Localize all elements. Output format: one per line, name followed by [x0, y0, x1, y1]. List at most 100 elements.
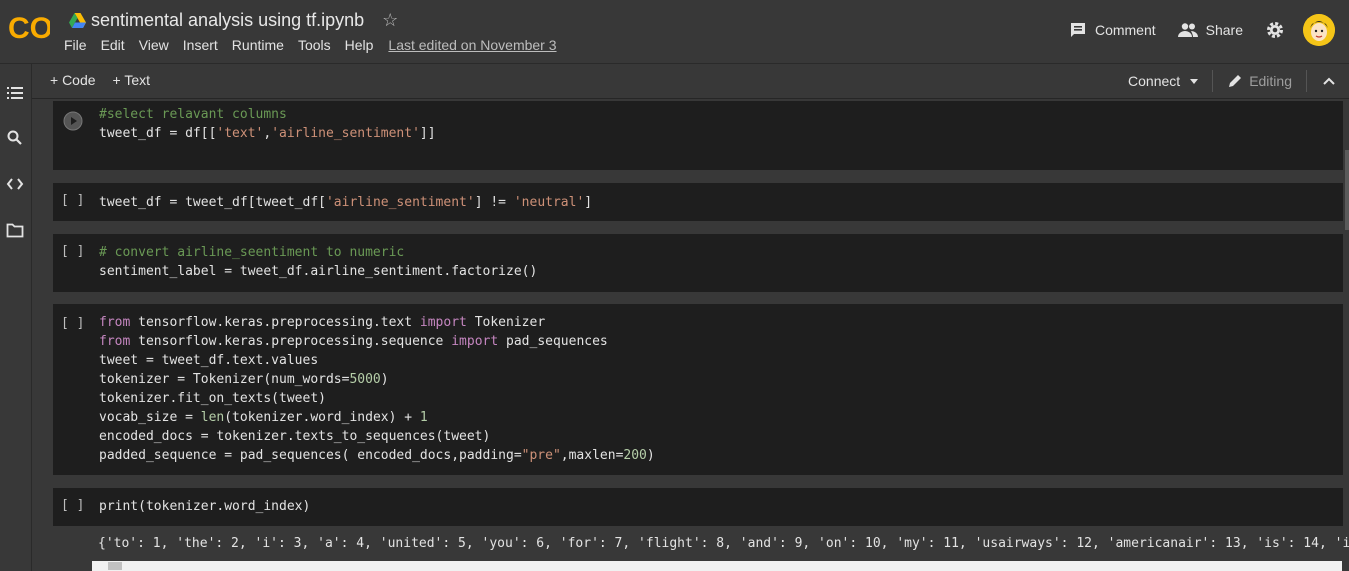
code-line: tweet_df = df[['text','airline_sentiment… — [99, 124, 436, 143]
connect-label: Connect — [1128, 73, 1181, 89]
search-icon[interactable] — [6, 129, 24, 147]
code-token: tensorflow.keras.preprocessing.sequence — [130, 334, 452, 349]
menu-insert[interactable]: Insert — [183, 37, 218, 53]
code-cell[interactable]: [ ] # convert airline_seentiment to nume… — [53, 234, 1343, 292]
code-cell[interactable]: #select relavant columns tweet_df = df[['… — [53, 101, 1343, 170]
cell-code[interactable]: # convert airline_seentiment to numeric s… — [99, 243, 537, 281]
code-line: tweet = tweet_df.text.values — [99, 351, 655, 370]
menu-tools[interactable]: Tools — [298, 37, 331, 53]
star-icon[interactable]: ☆ — [382, 10, 398, 31]
code-line: from tensorflow.keras.preprocessing.text… — [99, 313, 655, 332]
menu-view[interactable]: View — [139, 37, 169, 53]
pencil-icon — [1229, 75, 1242, 87]
code-cell[interactable]: [ ] tweet_df = tweet_df[tweet_df['airlin… — [53, 183, 1343, 221]
code-snippets-icon[interactable] — [6, 175, 24, 193]
code-token: import — [451, 334, 499, 349]
menu-edit[interactable]: Edit — [101, 37, 125, 53]
code-token: ) — [646, 448, 655, 463]
cell-code[interactable]: from tensorflow.keras.preprocessing.text… — [99, 313, 655, 465]
code-token: padded_sequence = pad_sequences( encoded… — [99, 448, 522, 463]
cell-output: {'to': 1, 'the': 2, 'i': 3, 'a': 4, 'uni… — [98, 536, 1349, 551]
run-cell-bracket[interactable]: [ ] — [61, 498, 84, 513]
notebook-toolbar: + Code + Text Connect Editing — [32, 64, 1349, 99]
code-line: tweet_df = tweet_df[tweet_df['airline_se… — [99, 193, 592, 212]
comment-label: Comment — [1094, 22, 1156, 38]
editing-mode-button[interactable]: Editing — [1227, 73, 1292, 89]
code-line: print(tokenizer.word_index) — [99, 497, 310, 516]
code-token: from — [99, 334, 131, 349]
add-code-button[interactable]: + Code — [50, 72, 96, 88]
colab-logo[interactable]: CO — [8, 10, 50, 46]
code-token: pad_sequences — [498, 334, 608, 349]
code-line: padded_sequence = pad_sequences( encoded… — [99, 446, 655, 465]
code-line: sentiment_label = tweet_df.airline_senti… — [99, 262, 537, 281]
code-token: (tokenizer.word_index) + — [224, 410, 420, 425]
code-token: from — [99, 315, 131, 330]
run-cell-icon[interactable] — [63, 111, 83, 131]
code-line: encoded_docs = tokenizer.texts_to_sequen… — [99, 427, 655, 446]
output-horizontal-scrollbar[interactable] — [92, 561, 1342, 571]
toolbar-divider — [1212, 70, 1214, 92]
code-token: 5000 — [349, 372, 381, 387]
chevron-down-icon[interactable] — [1190, 78, 1199, 84]
code-token: vocab_size = — [99, 410, 201, 425]
share-button[interactable]: Share — [1177, 22, 1243, 38]
chevron-up-icon[interactable] — [1321, 73, 1337, 89]
toolbar-divider — [1306, 70, 1307, 92]
code-token: 'airline_sentiment' — [325, 195, 475, 210]
code-token: import — [419, 315, 467, 330]
code-token: ] != — [474, 195, 514, 210]
last-edited-link[interactable]: Last edited on November 3 — [388, 37, 556, 53]
code-cell[interactable]: [ ] from tensorflow.keras.preprocessing.… — [53, 304, 1343, 475]
menu-file[interactable]: File — [64, 37, 87, 53]
code-token: ) — [380, 372, 389, 387]
share-label: Share — [1205, 22, 1243, 38]
code-token: Tokenizer — [466, 315, 546, 330]
run-cell-bracket[interactable]: [ ] — [61, 193, 84, 208]
svg-text:CO: CO — [8, 12, 50, 45]
editing-label: Editing — [1249, 73, 1292, 89]
scrollbar-thumb[interactable] — [108, 562, 122, 570]
code-token: ]] — [419, 126, 436, 141]
app-header: CO sentimental analysis using tf.ipynb ☆… — [0, 0, 1349, 64]
code-token: # convert airline_seentiment to numeric — [99, 245, 405, 260]
code-token: tweet_df = df[[ — [99, 126, 217, 141]
code-line: # convert airline_seentiment to numeric — [99, 243, 537, 262]
code-token: print(tokenizer.word_index) — [99, 499, 311, 514]
code-token: 200 — [623, 448, 647, 463]
notebook-body: #select relavant columns tweet_df = df[['… — [32, 99, 1349, 571]
code-token: encoded_docs = tokenizer.texts_to_sequen… — [99, 429, 491, 444]
table-of-contents-icon[interactable] — [6, 84, 24, 102]
code-token: 'neutral' — [513, 195, 585, 210]
code-token: "pre" — [521, 448, 561, 463]
code-token: sentiment_label = tweet_df.airline_senti… — [99, 264, 538, 279]
code-line: tokenizer.fit_on_texts(tweet) — [99, 389, 655, 408]
connect-button[interactable]: Connect — [1128, 73, 1199, 89]
cell-code[interactable]: tweet_df = tweet_df[tweet_df['airline_se… — [99, 193, 592, 212]
code-line: from tensorflow.keras.preprocessing.sequ… — [99, 332, 655, 351]
cell-code[interactable]: print(tokenizer.word_index) — [99, 497, 310, 516]
code-token: 'text' — [216, 126, 264, 141]
add-text-button[interactable]: + Text — [113, 72, 151, 88]
menu-runtime[interactable]: Runtime — [232, 37, 284, 53]
left-sidebar — [0, 64, 32, 571]
menu-help[interactable]: Help — [345, 37, 374, 53]
run-cell-bracket[interactable]: [ ] — [61, 244, 84, 259]
user-avatar-icon — [1303, 14, 1335, 46]
comment-button[interactable]: Comment — [1069, 21, 1156, 39]
code-token: 1 — [419, 410, 428, 425]
run-cell-bracket[interactable]: [ ] — [61, 316, 84, 331]
code-token: 'airline_sentiment' — [271, 126, 420, 141]
code-token: len — [200, 410, 225, 425]
folder-icon[interactable] — [6, 221, 24, 239]
code-line: #select relavant columns — [99, 105, 436, 124]
notebook-title[interactable]: sentimental analysis using tf.ipynb — [91, 10, 364, 31]
code-token: #select relavant columns — [99, 107, 287, 122]
vertical-scrollbar[interactable] — [1345, 150, 1349, 230]
code-cell[interactable]: [ ] print(tokenizer.word_index) — [53, 488, 1343, 526]
code-token: tweet = tweet_df.text.values — [99, 353, 319, 368]
gear-icon[interactable] — [1265, 20, 1285, 40]
cell-code[interactable]: #select relavant columns tweet_df = df[['… — [99, 105, 436, 143]
avatar[interactable] — [1303, 14, 1335, 46]
google-drive-icon — [69, 12, 86, 28]
